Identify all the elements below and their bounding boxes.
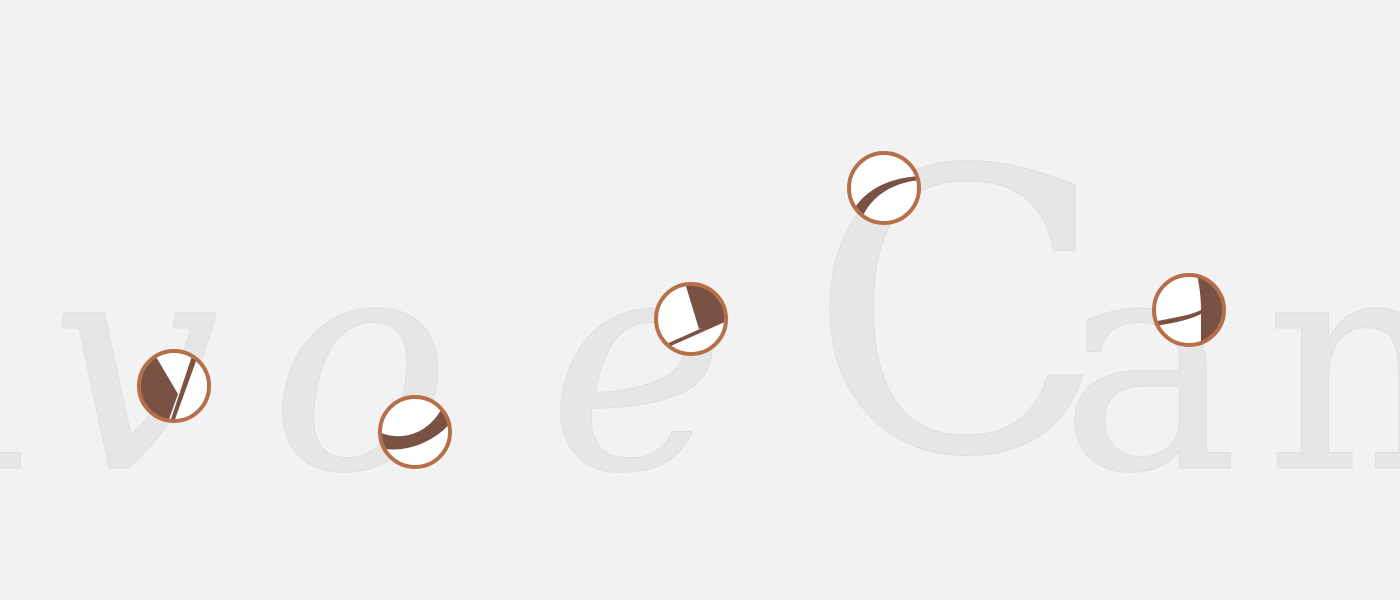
detail-loupe-v bbox=[135, 347, 211, 423]
loupe-C-graphic bbox=[847, 151, 921, 225]
glyph-n: n bbox=[1264, 190, 1400, 539]
glyph-e: e bbox=[548, 190, 727, 539]
loupe-o-graphic bbox=[378, 395, 452, 469]
loupe-a-graphic bbox=[1152, 273, 1226, 347]
loupe-e-graphic bbox=[654, 282, 728, 356]
detail-loupe-a bbox=[1150, 271, 1226, 347]
detail-loupe-C bbox=[845, 149, 921, 225]
glyph-a-right: a bbox=[1060, 190, 1240, 539]
type-specimen-canvas: a v o e C a n bbox=[0, 0, 1400, 600]
detail-loupe-o bbox=[376, 393, 452, 469]
glyph-a-left: a bbox=[0, 214, 29, 515]
detail-loupe-e bbox=[652, 280, 728, 356]
loupe-v-graphic bbox=[137, 349, 211, 423]
